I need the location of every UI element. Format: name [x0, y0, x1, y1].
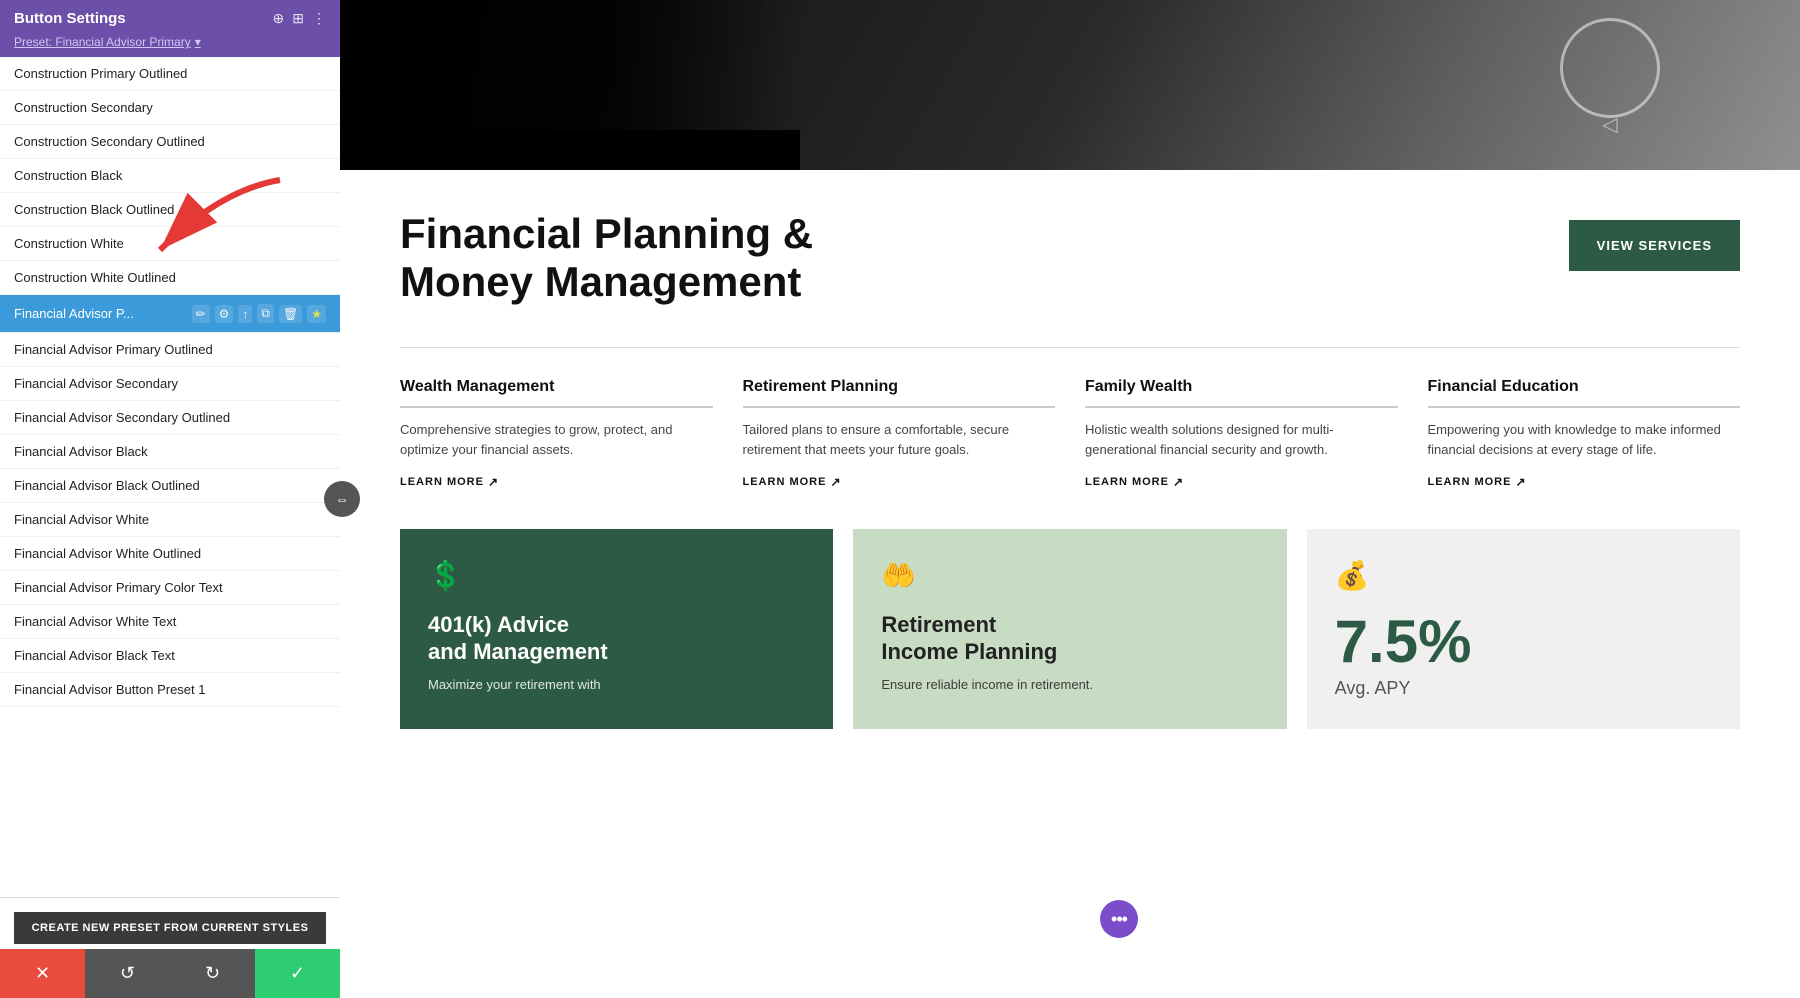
undo-button[interactable]: ↺ [85, 949, 170, 998]
preset-item-financial-advisor-black-text[interactable]: Financial Advisor Black Text [0, 639, 340, 673]
more-icon[interactable]: ⋮ [312, 10, 326, 27]
settings-icon[interactable]: ⚙ [215, 305, 234, 323]
redo-button[interactable]: ↻ [170, 949, 255, 998]
confirm-button[interactable]: ✓ [255, 949, 340, 998]
copy-icon[interactable]: ⧉ [257, 304, 274, 323]
circle-logo [1560, 18, 1660, 118]
cards-row: 💲 401(k) Adviceand Management Maximize you… [400, 529, 1740, 729]
active-preset-name: Financial Advisor P... [14, 306, 134, 321]
service-desc: Empowering you with knowledge to make in… [1428, 420, 1741, 462]
hero-area [340, 0, 1800, 170]
preset-item-financial-advisor-white-outlined[interactable]: Financial Advisor White Outlined [0, 537, 340, 571]
preset-item-financial-advisor-button-preset-1[interactable]: Financial Advisor Button Preset 1 [0, 673, 340, 707]
preset-item-financial-advisor-secondary-outlined[interactable]: Financial Advisor Secondary Outlined [0, 401, 340, 435]
preset-list: Construction Primary OutlinedConstructio… [0, 57, 340, 897]
undo-icon: ↺ [120, 963, 135, 984]
card-1: 🤲 RetirementIncome Planning Ensure reliabl… [853, 529, 1286, 729]
card-icon: 💲 [428, 559, 805, 592]
preset-item-construction-white[interactable]: Construction White [0, 227, 340, 261]
floating-dot[interactable]: ••• [1100, 900, 1138, 938]
preset-item-construction-white-outlined[interactable]: Construction White Outlined [0, 261, 340, 295]
service-item: Family Wealth Holistic wealth solutions d… [1085, 378, 1398, 490]
card-stat: 7.5% [1335, 612, 1712, 672]
redo-icon: ↻ [205, 963, 220, 984]
export-icon[interactable]: ↑ [238, 305, 252, 323]
service-name: Wealth Management [400, 378, 713, 408]
panel-header: Button Settings ⊕ ⊞ ⋮ [0, 0, 340, 35]
service-item: Financial Education Empowering you with k… [1428, 378, 1741, 490]
preset-item-financial-advisor-primary[interactable]: Financial Advisor P... ✏ ⚙↑ ⧉ 🗑 ★ [0, 295, 340, 333]
create-preset-button[interactable]: CREATE NEW PRESET FROM CURRENT STYLES [14, 912, 326, 944]
preset-item-financial-advisor-black-outlined[interactable]: Financial Advisor Black Outlined [0, 469, 340, 503]
card-2: 💰 7.5% Avg. APY [1307, 529, 1740, 729]
preset-item-construction-secondary-outlined[interactable]: Construction Secondary Outlined [0, 125, 340, 159]
preset-item-financial-advisor-black[interactable]: Financial Advisor Black [0, 435, 340, 469]
service-desc: Holistic wealth solutions designed for m… [1085, 420, 1398, 462]
grid-icon[interactable]: ⊞ [292, 10, 304, 27]
learn-more-link[interactable]: LEARN MORE [743, 475, 1056, 489]
panel-toggle-arrow[interactable]: ⇔ [324, 481, 360, 517]
card-stat-label: Avg. APY [1335, 678, 1712, 699]
card-icon: 💰 [1335, 559, 1712, 592]
cancel-icon: ✕ [35, 963, 50, 984]
target-icon[interactable]: ⊕ [273, 10, 285, 27]
services-grid: Wealth Management Comprehensive strategie… [400, 347, 1740, 490]
preset-label[interactable]: Preset: Financial Advisor Primary [14, 35, 191, 49]
learn-more-link[interactable]: LEARN MORE [400, 475, 713, 489]
services-header: Financial Planning & Money Management VI… [400, 210, 1740, 307]
right-content: Financial Planning & Money Management VI… [340, 0, 1800, 998]
card-title: RetirementIncome Planning [881, 612, 1258, 665]
preset-item-construction-black-outlined[interactable]: Construction Black Outlined [0, 193, 340, 227]
floating-dot-icon: ••• [1111, 909, 1127, 930]
confirm-icon: ✓ [290, 963, 305, 984]
preset-item-financial-advisor-white-text[interactable]: Financial Advisor White Text [0, 605, 340, 639]
card-icon: 🤲 [881, 559, 1258, 592]
services-title: Financial Planning & Money Management [400, 210, 813, 307]
edit-icon[interactable]: ✏ [192, 305, 210, 323]
left-panel: Button Settings ⊕ ⊞ ⋮ Preset: Financial … [0, 0, 340, 998]
title-line1: Financial Planning & [400, 210, 813, 257]
service-name: Financial Education [1428, 378, 1741, 408]
header-icons: ⊕ ⊞ ⋮ [273, 10, 326, 27]
main-section: Financial Planning & Money Management VI… [340, 170, 1800, 769]
service-item: Retirement Planning Tailored plans to ens… [743, 378, 1056, 490]
service-desc: Comprehensive strategies to grow, protec… [400, 420, 713, 462]
bottom-toolbar: ✕ ↺ ↻ ✓ [0, 949, 340, 998]
service-item: Wealth Management Comprehensive strategie… [400, 378, 713, 490]
service-name: Family Wealth [1085, 378, 1398, 408]
service-desc: Tailored plans to ensure a comfortable, … [743, 420, 1056, 462]
preset-item-construction-secondary[interactable]: Construction Secondary [0, 91, 340, 125]
dropdown-arrow[interactable]: ▾ [195, 35, 201, 49]
learn-more-link[interactable]: LEARN MORE [1085, 475, 1398, 489]
title-line2: Money Management [400, 258, 801, 305]
card-0: 💲 401(k) Adviceand Management Maximize you… [400, 529, 833, 729]
preset-item-financial-advisor-secondary[interactable]: Financial Advisor Secondary [0, 367, 340, 401]
cancel-button[interactable]: ✕ [0, 949, 85, 998]
card-desc: Ensure reliable income in retirement. [881, 675, 1258, 695]
delete-icon[interactable]: 🗑 [279, 305, 302, 323]
view-services-button[interactable]: VIEW SERVICES [1569, 220, 1740, 271]
panel-subtitle: Preset: Financial Advisor Primary ▾ [0, 35, 340, 57]
panel-title: Button Settings [14, 10, 126, 27]
learn-more-link[interactable]: LEARN MORE [1428, 475, 1741, 489]
star-icon[interactable]: ★ [307, 305, 326, 323]
preset-item-construction-black[interactable]: Construction Black [0, 159, 340, 193]
active-preset-icons: ✏ ⚙↑ ⧉ 🗑 ★ [192, 304, 326, 323]
preset-item-construction-primary-outlined[interactable]: Construction Primary Outlined [0, 57, 340, 91]
card-title: 401(k) Adviceand Management [428, 612, 805, 665]
preset-item-financial-advisor-primary-outlined[interactable]: Financial Advisor Primary Outlined [0, 333, 340, 367]
preset-item-financial-advisor-white[interactable]: Financial Advisor White [0, 503, 340, 537]
service-name: Retirement Planning [743, 378, 1056, 408]
preset-item-financial-advisor-primary-color-text[interactable]: Financial Advisor Primary Color Text [0, 571, 340, 605]
card-desc: Maximize your retirement with [428, 675, 805, 695]
